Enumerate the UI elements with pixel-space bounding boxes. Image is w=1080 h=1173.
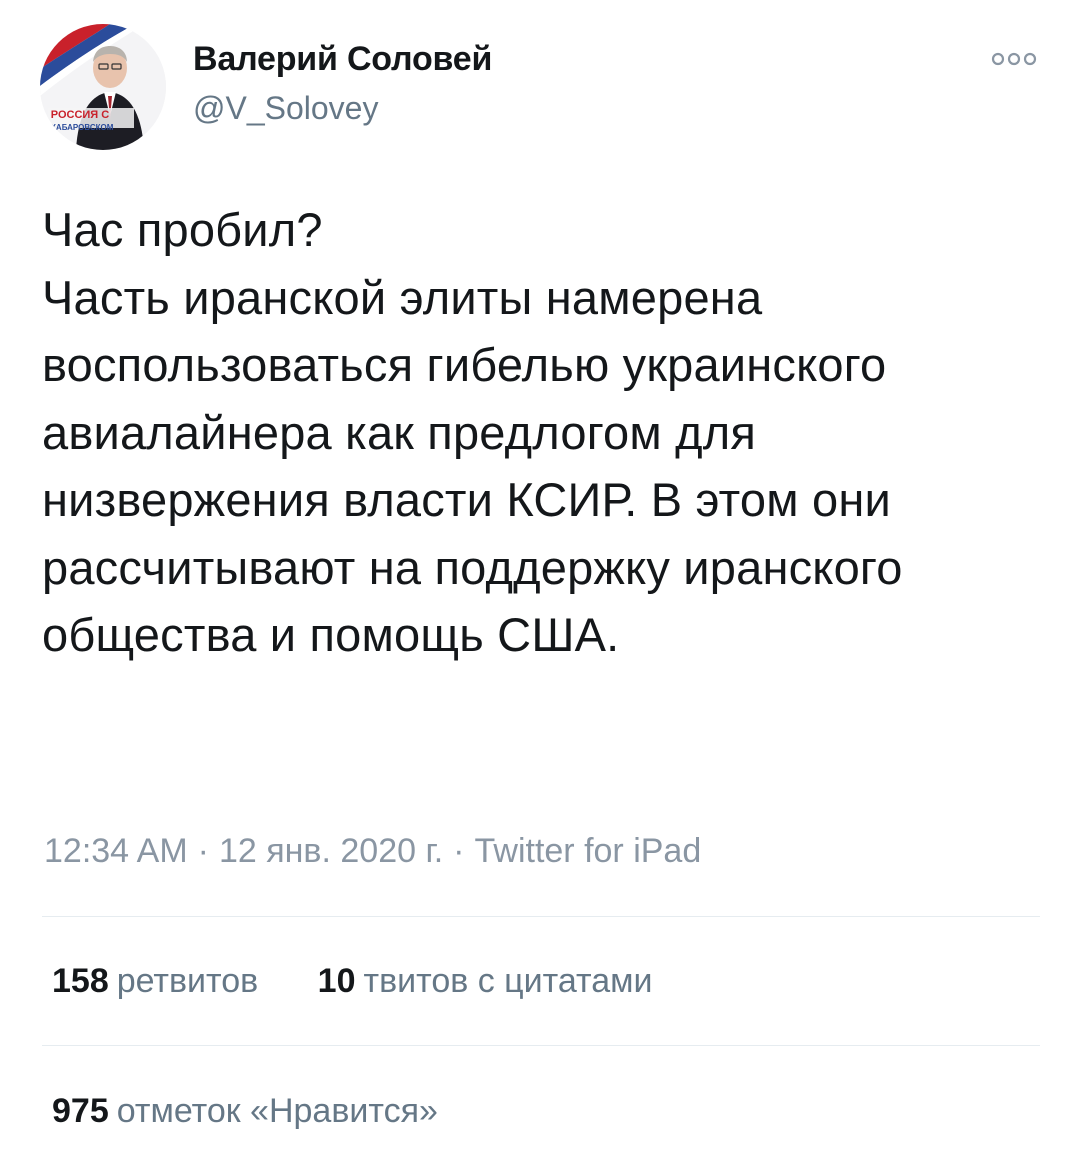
tweet-source[interactable]: Twitter for iPad <box>475 832 702 870</box>
tweet-date[interactable]: 12 янв. 2020 г. <box>219 832 443 870</box>
author-display-name[interactable]: Валерий Соловей <box>193 40 492 79</box>
divider <box>42 916 1040 917</box>
avatar-caption-line1: РОССИЯ С <box>51 109 110 121</box>
tweet-meta: 12:34 AM · 12 янв. 2020 г. · Twitter for iPa… <box>44 832 701 871</box>
likes-label: отметок «Нравится» <box>116 1092 438 1130</box>
avatar-caption-line2: ХАБАРОВСКОМ <box>51 123 114 132</box>
tweet-text: Час пробил? Часть иранской элиты намерен… <box>42 203 903 661</box>
author-handle[interactable]: @V_Solovey <box>193 90 378 127</box>
avatar-image: РОССИЯ С ХАБАРОВСКОМ <box>40 24 166 150</box>
quotes-label: твитов с цитатами <box>363 962 653 1000</box>
meta-separator: · <box>197 832 209 870</box>
more-options-button[interactable] <box>990 44 1038 74</box>
quotes-count: 10 <box>317 962 356 1000</box>
avatar[interactable]: РОССИЯ С ХАБАРОВСКОМ <box>40 24 166 150</box>
tweet-time[interactable]: 12:34 AM <box>44 832 188 870</box>
more-horizontal-icon <box>991 52 1037 66</box>
meta-separator: · <box>453 832 465 870</box>
likes-count: 975 <box>52 1092 109 1130</box>
retweets-label: ретвитов <box>116 962 259 1000</box>
tweet-card: РОССИЯ С ХАБАРОВСКОМ Валерий Соловей @V_… <box>0 0 1080 1173</box>
likes-stat[interactable]: 975 отметок «Нравится» <box>52 1092 438 1131</box>
likes-stats: 975 отметок «Нравится» <box>52 1092 438 1131</box>
retweets-count: 158 <box>52 962 109 1000</box>
divider <box>42 1045 1040 1046</box>
engagement-stats: 158 ретвитов 10 твитов с цитатами <box>52 962 652 1001</box>
retweets-stat[interactable]: 158 ретвитов <box>52 962 258 1001</box>
quotes-stat[interactable]: 10 твитов с цитатами <box>318 962 653 1001</box>
